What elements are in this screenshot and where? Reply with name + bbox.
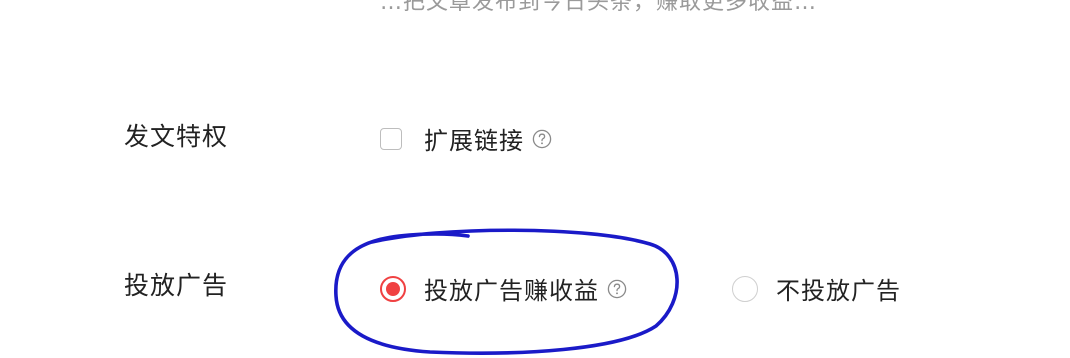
radio-selected-dot [386,281,400,296]
place-ads-label: 投放广告赚收益 [424,277,599,305]
radio-option-no-ads[interactable]: 不投放广告 [732,271,901,306]
extended-link-checkbox[interactable] [380,127,402,150]
radio-button-selected[interactable] [380,275,406,302]
ad-placement-label: 投放广告 [124,271,229,300]
radio-option-place-ads[interactable]: 投放广告赚收益 [380,271,627,306]
extended-link-checkbox-option[interactable]: 扩展链接 [380,121,552,156]
no-ads-label: 不投放广告 [776,277,901,305]
question-circle-icon[interactable] [532,129,552,149]
radio-button-unselected[interactable] [732,275,758,302]
publish-privilege-label: 发文特权 [124,122,229,151]
cut-off-description-text: …把文章发布到今日头条，赚取更多收益… [380,0,818,15]
question-circle-icon[interactable] [607,279,627,299]
extended-link-label: 扩展链接 [424,127,524,155]
